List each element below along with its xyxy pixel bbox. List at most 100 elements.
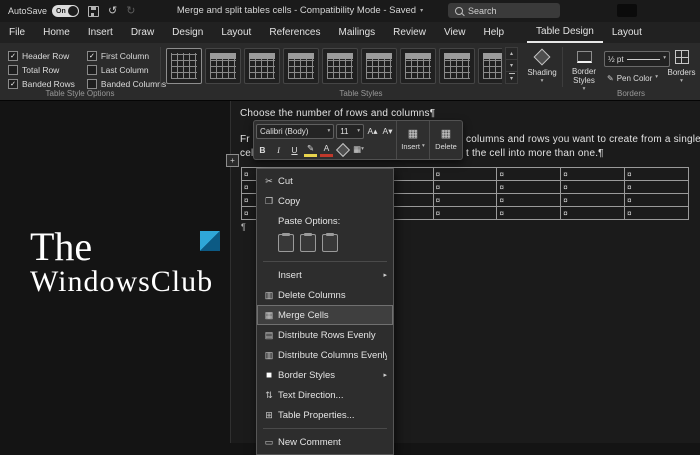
- table-style-thumbnail[interactable]: [478, 48, 502, 84]
- table-cell[interactable]: ¤: [497, 194, 561, 207]
- tab-table-design[interactable]: Table Design: [527, 22, 603, 43]
- highlight-button[interactable]: ✎: [304, 142, 317, 157]
- style-option-total-row[interactable]: Total Row: [8, 65, 75, 75]
- paste-keep-text-only-icon[interactable]: [322, 234, 338, 252]
- table-cell[interactable]: ¤: [561, 181, 625, 194]
- table-cell[interactable]: ¤: [434, 181, 498, 194]
- tab-mailings[interactable]: Mailings: [329, 22, 384, 43]
- grow-font-button[interactable]: A▴: [366, 125, 379, 138]
- table-cell[interactable]: ¤: [561, 207, 625, 220]
- shrink-font-button[interactable]: A▾: [381, 125, 394, 138]
- gallery-more-button[interactable]: ▾: [505, 71, 518, 84]
- table-cell[interactable]: ¤: [561, 168, 625, 181]
- tab-layout[interactable]: Layout: [603, 22, 651, 43]
- menu-item-new-comment[interactable]: ▭New Comment: [257, 432, 393, 452]
- table-cell[interactable]: ¤: [434, 207, 498, 220]
- windowsclub-logo: The WindowsClub: [30, 228, 220, 298]
- tab-file[interactable]: File: [0, 22, 34, 43]
- menu-item-distribute-columns-evenly[interactable]: ▥Distribute Columns Evenly: [257, 345, 393, 365]
- tab-references[interactable]: References: [260, 22, 329, 43]
- tab-draw[interactable]: Draw: [122, 22, 163, 43]
- bold-button[interactable]: B: [256, 142, 269, 157]
- save-icon[interactable]: [88, 6, 99, 17]
- tab-insert[interactable]: Insert: [79, 22, 122, 43]
- style-option-header-row[interactable]: ✓Header Row: [8, 51, 75, 61]
- borders-button-mini[interactable]: ▦ ▾: [352, 142, 365, 157]
- shading-button-mini[interactable]: [336, 142, 349, 157]
- search-box[interactable]: Search: [448, 3, 560, 18]
- redo-icon[interactable]: ↻: [126, 6, 135, 17]
- delete-cells-button[interactable]: ▦ Delete: [429, 121, 462, 159]
- undo-icon[interactable]: ↺: [108, 6, 117, 17]
- menu-item-cut[interactable]: ✂Cut: [257, 171, 393, 191]
- menu-item-border-styles[interactable]: ■Border Styles▸: [257, 365, 393, 385]
- table-style-thumbnail[interactable]: [283, 48, 319, 84]
- paste-merge-formatting-icon[interactable]: [300, 234, 316, 252]
- tab-layout[interactable]: Layout: [212, 22, 260, 43]
- logo-text-windowsclub: WindowsClub: [30, 266, 220, 298]
- checkbox-icon[interactable]: [87, 79, 97, 89]
- tab-review[interactable]: Review: [384, 22, 435, 43]
- menu-item-table-properties[interactable]: ⊞Table Properties...: [257, 405, 393, 425]
- table-style-thumbnail[interactable]: [205, 48, 241, 84]
- pen-color-select[interactable]: ✎ Pen Color ▾: [604, 71, 668, 85]
- table-style-thumbnail[interactable]: [244, 48, 280, 84]
- insert-cells-button[interactable]: ▦ Insert ▾: [396, 121, 429, 159]
- menu-item-label: Delete Columns: [278, 290, 387, 301]
- underline-button[interactable]: U: [288, 142, 301, 157]
- table-style-thumbnail[interactable]: [361, 48, 397, 84]
- table-cell[interactable]: ¤: [561, 194, 625, 207]
- style-option-last-column[interactable]: Last Column: [87, 65, 166, 75]
- table-style-options-list: ✓Header RowTotal Row✓Banded Rows✓First C…: [8, 49, 166, 90]
- table-cell[interactable]: ¤: [434, 168, 498, 181]
- shading-button[interactable]: Shading ▾: [524, 49, 560, 85]
- tab-design[interactable]: Design: [163, 22, 212, 43]
- style-option-banded-columns[interactable]: Banded Columns: [87, 79, 166, 89]
- table-move-handle[interactable]: +: [226, 154, 239, 167]
- tab-home[interactable]: Home: [34, 22, 79, 43]
- table-cell[interactable]: ¤: [497, 207, 561, 220]
- borders-button[interactable]: Borders ▾: [665, 49, 698, 85]
- checkbox-icon[interactable]: ✓: [8, 51, 18, 61]
- table-style-thumbnail[interactable]: [400, 48, 436, 84]
- font-color-button[interactable]: A: [320, 142, 333, 157]
- chevron-down-icon[interactable]: ▾: [420, 7, 423, 14]
- autosave-toggle[interactable]: On: [52, 5, 79, 17]
- border-styles-button[interactable]: Border Styles ▾: [566, 49, 602, 93]
- paste-keep-source-formatting-icon[interactable]: [278, 234, 294, 252]
- tab-view[interactable]: View: [435, 22, 475, 43]
- italic-button[interactable]: I: [272, 142, 285, 157]
- table-style-thumbnail[interactable]: [439, 48, 475, 84]
- style-option-label: First Column: [101, 51, 149, 61]
- chevron-down-icon: ▾: [541, 79, 544, 85]
- menu-item-delete-columns[interactable]: ▥Delete Columns: [257, 285, 393, 305]
- table-cell[interactable]: ¤: [434, 194, 498, 207]
- table-cell[interactable]: ¤: [497, 168, 561, 181]
- table-cell[interactable]: ¤: [625, 181, 689, 194]
- font-name-select[interactable]: Calibri (Body) ▾: [256, 124, 334, 139]
- checkbox-icon[interactable]: ✓: [87, 51, 97, 61]
- pen-icon: ✎: [607, 74, 614, 83]
- table-cell[interactable]: ¤: [625, 207, 689, 220]
- style-option-banded-rows[interactable]: ✓Banded Rows: [8, 79, 75, 89]
- menu-item-merge-cells[interactable]: ▦Merge Cells: [257, 305, 393, 325]
- checkbox-icon[interactable]: ✓: [8, 79, 18, 89]
- tab-help[interactable]: Help: [474, 22, 513, 43]
- titlebar-button[interactable]: [617, 4, 637, 17]
- style-option-first-column[interactable]: ✓ First Column: [87, 51, 166, 61]
- checkbox-icon[interactable]: [87, 65, 97, 75]
- ribbon: ✓Header RowTotal Row✓Banded Rows✓First C…: [0, 43, 700, 101]
- delete-columns-icon: ▥: [260, 290, 278, 301]
- menu-item-text-direction[interactable]: ⇅Text Direction...: [257, 385, 393, 405]
- table-cell[interactable]: ¤: [497, 181, 561, 194]
- menu-item-copy[interactable]: ❐Copy: [257, 191, 393, 211]
- table-style-thumbnail[interactable]: [322, 48, 358, 84]
- pen-weight-select[interactable]: ½ pt ▾: [604, 51, 670, 67]
- table-style-thumbnail[interactable]: [166, 48, 202, 84]
- menu-item-distribute-rows-evenly[interactable]: ▤Distribute Rows Evenly: [257, 325, 393, 345]
- checkbox-icon[interactable]: [8, 65, 18, 75]
- table-cell[interactable]: ¤: [625, 194, 689, 207]
- font-size-select[interactable]: 11 ▾: [336, 124, 364, 139]
- menu-item-insert[interactable]: Insert▸: [257, 265, 393, 285]
- table-cell[interactable]: ¤: [625, 168, 689, 181]
